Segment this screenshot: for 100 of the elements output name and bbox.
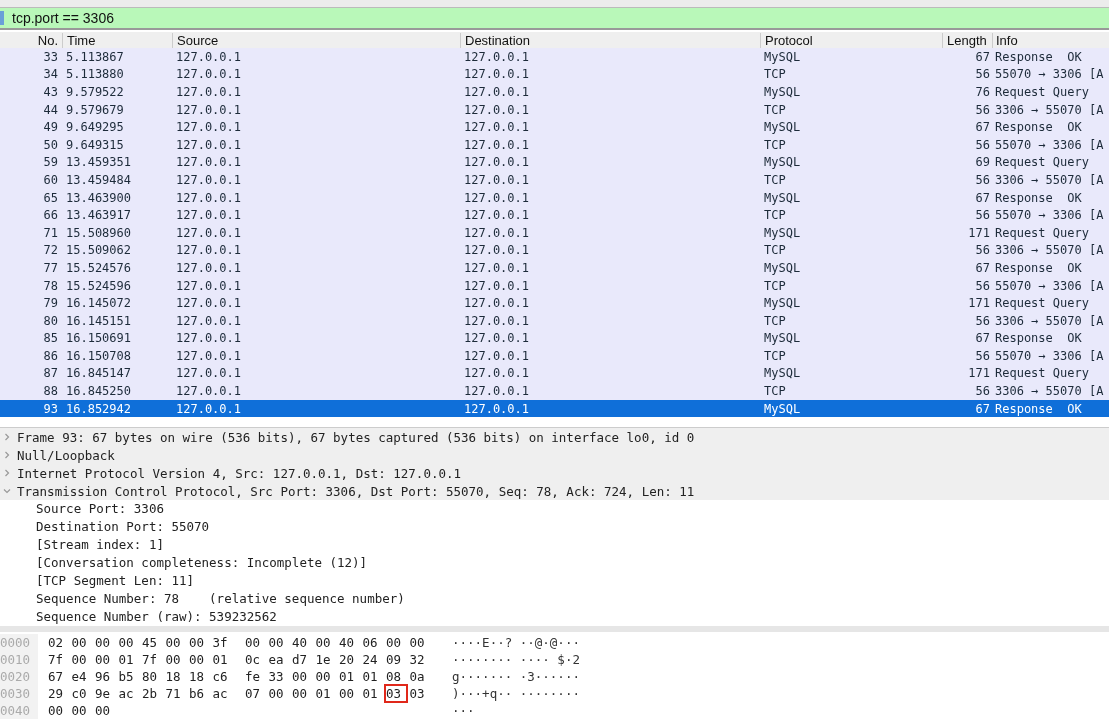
field-line[interactable]: Sequence Number (raw): 539232562 <box>0 608 1109 627</box>
offset-label: 0030 <box>0 685 38 703</box>
hex-byte: 09 <box>385 651 403 670</box>
chevron-icon[interactable] <box>3 487 11 496</box>
hex-byte: 01 <box>314 685 332 704</box>
table-cell-text: 56 <box>974 208 991 223</box>
table-cell-text: 16.150691 <box>65 331 133 346</box>
column-header[interactable]: Protocol <box>760 32 942 48</box>
hex-byte: 0c <box>244 651 262 670</box>
table-cell-text: 80 <box>42 313 59 328</box>
packet-row[interactable]: 88 16.845250 127.0.0.1 127.0.0.1 TCP 56 3306 → 55070 [A <box>0 382 1109 400</box>
column-header[interactable]: Source <box>172 32 460 48</box>
table-cell-text: 16.845147 <box>65 366 133 381</box>
ascii-text: )···+q·· ········ <box>452 686 580 702</box>
column-header[interactable]: No. <box>0 32 62 48</box>
packet-row[interactable]: 66 13.463917 127.0.0.1 127.0.0.1 TCP 56 55070 → 3306 [A <box>0 206 1109 224</box>
hex-byte: 00 <box>291 685 309 704</box>
table-cell-text: MySQL <box>763 49 802 64</box>
hex-byte: 40 <box>291 634 309 653</box>
table-cell-text: 127.0.0.1 <box>175 331 243 346</box>
table-cell-text: TCP <box>763 278 787 293</box>
table-cell-text: 127.0.0.1 <box>175 155 243 170</box>
field-line[interactable]: Destination Port: 55070 <box>0 518 1109 537</box>
table-cell-text: Response OK <box>994 120 1083 135</box>
table-cell-text: 127.0.0.1 <box>175 313 243 328</box>
column-header[interactable]: Time <box>62 32 172 48</box>
table-cell-text: 15.524576 <box>65 260 133 275</box>
packet-row[interactable]: 49 9.649295 127.0.0.1 127.0.0.1 MySQL 67 Response OK <box>0 118 1109 136</box>
table-cell-text: 50 <box>42 137 59 152</box>
chevron-icon[interactable] <box>3 433 11 442</box>
field-line[interactable]: Source Port: 3306 <box>0 500 1109 519</box>
hex-byte: 29 <box>47 685 65 704</box>
table-cell-text: 55070 → 3306 [A <box>994 348 1105 363</box>
table-cell-text: 13.459484 <box>65 172 133 187</box>
table-cell-text: 67 <box>974 49 991 64</box>
hex-byte: 00 <box>188 634 206 653</box>
table-cell-text: 3306 → 55070 [A <box>994 172 1105 187</box>
table-cell-text: 127.0.0.1 <box>463 225 531 240</box>
tree-item[interactable]: Null/Loopback <box>0 446 1109 465</box>
hex-byte: 00 <box>314 634 332 653</box>
field-line[interactable]: [TCP Segment Len: 11] <box>0 572 1109 591</box>
offset-label: 0040 <box>0 702 38 720</box>
field-line[interactable]: [Stream index: 1] <box>0 536 1109 555</box>
packet-row[interactable]: 60 13.459484 127.0.0.1 127.0.0.1 TCP 56 3306 → 55070 [A <box>0 171 1109 189</box>
tree-item[interactable]: Internet Protocol Version 4, Src: 127.0.0.1, Dst: 127.0.0.1 <box>0 464 1109 483</box>
tree-item-label: Frame 93: 67 bytes on wire (536 bits), 67 bytes captured (536 bits) on interface lo0, id 0 <box>17 429 695 445</box>
table-cell-text: 127.0.0.1 <box>175 401 243 416</box>
table-cell-text: 127.0.0.1 <box>175 278 243 293</box>
field-line[interactable]: Sequence Number: 78 (relative sequence number) <box>0 590 1109 609</box>
chevron-icon[interactable] <box>3 469 11 478</box>
table-cell-text: 85 <box>42 331 59 346</box>
hex-byte: 20 <box>338 651 356 670</box>
tree-item[interactable]: Transmission Control Protocol, Src Port: 3306, Dst Port: 55070, Seq: 78, Ack: 724, Len: 11 <box>0 482 1109 501</box>
packet-row[interactable]: 79 16.145072 127.0.0.1 127.0.0.1 MySQL 171 Request Query <box>0 294 1109 312</box>
table-cell-text: 55070 → 3306 [A <box>994 137 1105 152</box>
hex-byte: d7 <box>291 651 309 670</box>
table-cell-text: 56 <box>974 278 991 293</box>
table-cell-text: Request Query <box>994 296 1090 311</box>
table-cell-text: 69 <box>974 155 991 170</box>
packet-row[interactable]: 86 16.150708 127.0.0.1 127.0.0.1 TCP 56 55070 → 3306 [A <box>0 347 1109 365</box>
hex-byte: ac <box>117 685 135 704</box>
packet-row[interactable]: 33 5.113867 127.0.0.1 127.0.0.1 MySQL 67 Response OK <box>0 48 1109 66</box>
chevron-icon[interactable] <box>3 451 11 460</box>
packet-row[interactable]: 77 15.524576 127.0.0.1 127.0.0.1 MySQL 67 Response OK <box>0 259 1109 277</box>
table-cell-text: 171 <box>967 296 991 311</box>
hex-byte: 80 <box>141 668 159 687</box>
column-header[interactable]: Length <box>942 32 992 48</box>
hex-byte: 00 <box>70 702 88 720</box>
table-cell-text: 9.649315 <box>65 137 125 152</box>
hex-byte: 00 <box>291 668 309 687</box>
hex-byte: 00 <box>188 651 206 670</box>
table-cell-text: MySQL <box>763 296 802 311</box>
hex-byte: 40 <box>338 634 356 653</box>
packet-row[interactable]: 43 9.579522 127.0.0.1 127.0.0.1 MySQL 76 Request Query <box>0 83 1109 101</box>
table-cell-text: Request Query <box>994 155 1090 170</box>
ascii-text: ····E··? ··@·@··· <box>452 635 580 651</box>
table-cell-text: 127.0.0.1 <box>175 366 243 381</box>
hex-byte: 01 <box>211 651 229 670</box>
table-cell-text: 13.463917 <box>65 208 133 223</box>
field-line[interactable]: [Conversation completeness: Incomplete (12)] <box>0 554 1109 573</box>
table-cell-text: 60 <box>42 172 59 187</box>
table-cell-text: 127.0.0.1 <box>175 137 243 152</box>
table-cell-text: 127.0.0.1 <box>175 296 243 311</box>
table-cell-text: Response OK <box>994 190 1083 205</box>
table-cell-text: Request Query <box>994 225 1090 240</box>
table-cell-text: 15.508960 <box>65 225 133 240</box>
column-header[interactable]: Info <box>992 32 1109 48</box>
hex-byte: 2b <box>141 685 159 704</box>
table-cell-text: 33 <box>42 49 59 64</box>
tree-item[interactable]: Frame 93: 67 bytes on wire (536 bits), 67 bytes captured (536 bits) on interface lo0, id 0 <box>0 428 1109 447</box>
hex-byte: 33 <box>267 668 285 687</box>
column-header[interactable]: Destination <box>460 32 760 48</box>
table-cell-text: Request Query <box>994 366 1090 381</box>
table-cell-text: Response OK <box>994 49 1083 64</box>
table-cell-text: 13.463900 <box>65 190 133 205</box>
table-cell-text: TCP <box>763 137 787 152</box>
table-cell-text: TCP <box>763 172 787 187</box>
hex-byte: 00 <box>314 668 332 687</box>
display-filter-field[interactable]: tcp.port == 3306 <box>0 8 1109 30</box>
table-cell-text: 5.113867 <box>65 49 125 64</box>
